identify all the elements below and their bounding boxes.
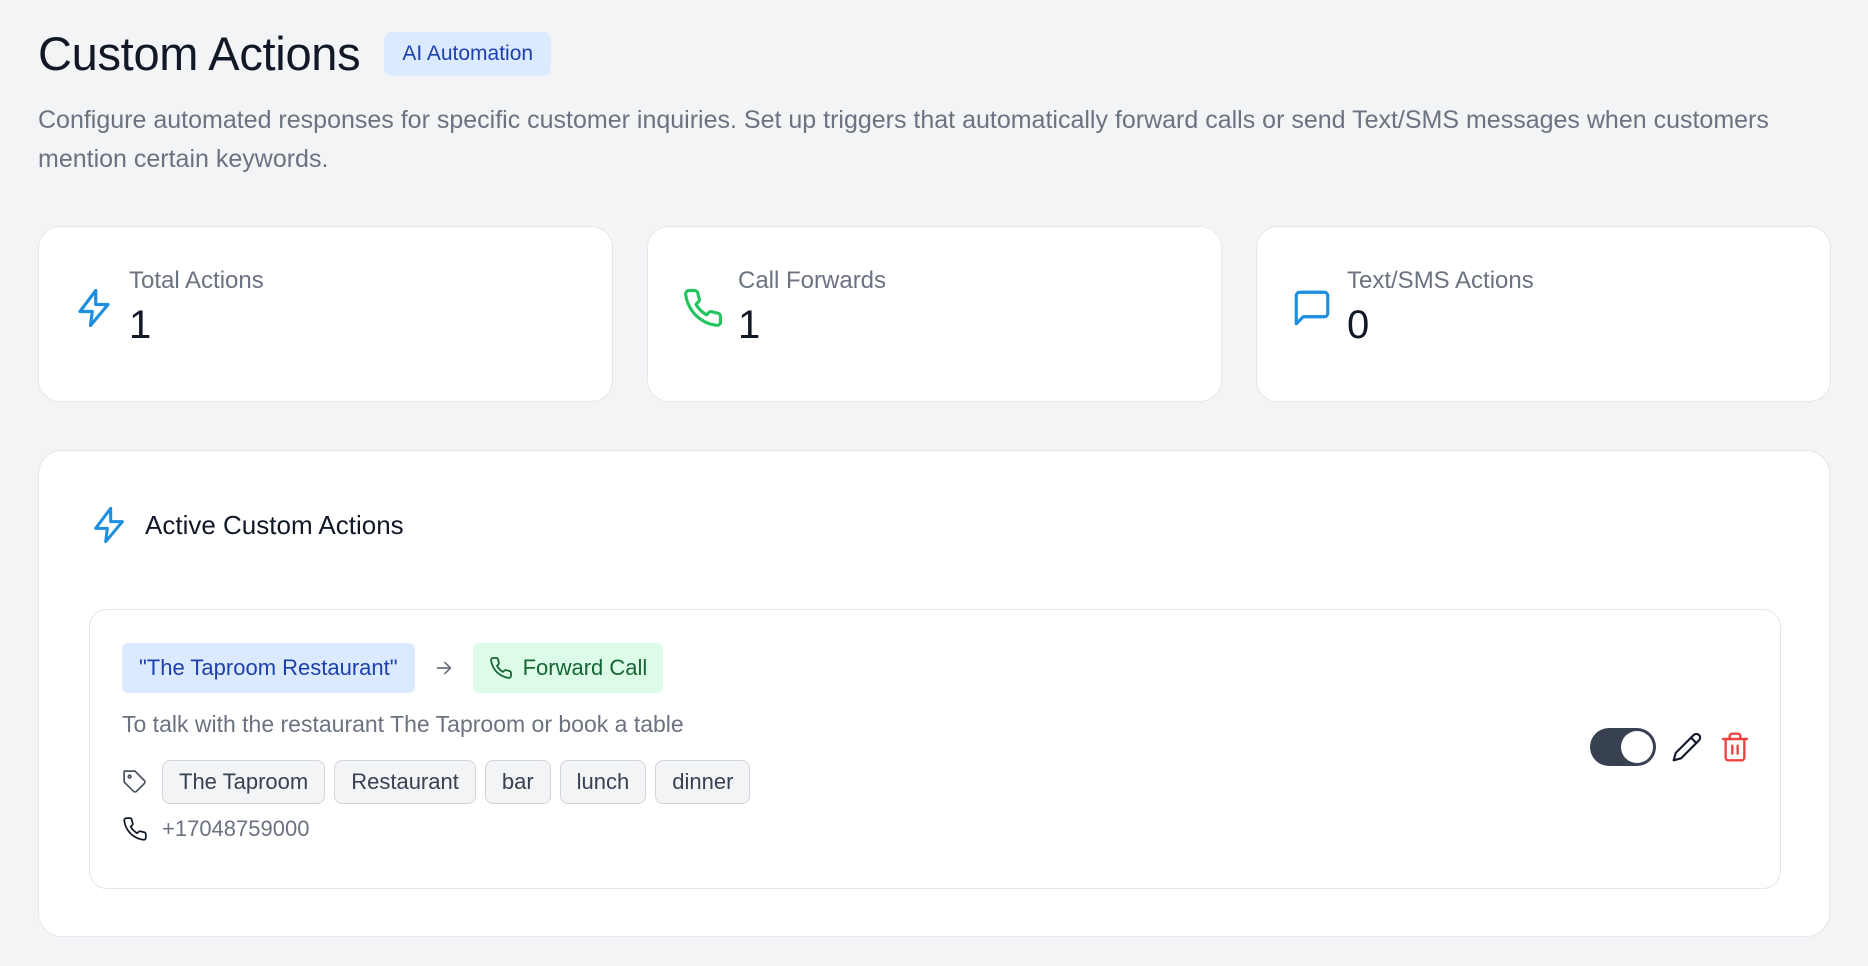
action-description: To talk with the restaurant The Taproom … (122, 711, 684, 737)
panel-header: Active Custom Actions (89, 505, 404, 545)
pencil-icon (1672, 732, 1702, 762)
keyword-tag: lunch (559, 760, 647, 804)
delete-button[interactable] (1718, 730, 1752, 764)
action-controls (1590, 728, 1752, 766)
keyword-tag: The Taproom (162, 760, 326, 804)
enable-toggle[interactable] (1590, 728, 1656, 766)
trigger-phrase-chip: "The Taproom Restaurant" (122, 643, 415, 693)
stat-card-total-actions: Total Actions 1 (38, 226, 613, 402)
lightning-icon (78, 288, 110, 328)
phone-icon (489, 657, 512, 679)
action-type-label: Forward Call (522, 655, 648, 680)
edit-button[interactable] (1670, 730, 1704, 764)
stat-label: Call Forwards (738, 267, 887, 294)
action-type-chip: Forward Call (472, 643, 664, 693)
message-icon (1294, 290, 1330, 326)
forward-phone-number: +17048759000 (162, 816, 310, 841)
forward-phone-row: +17048759000 (122, 816, 309, 842)
stat-label: Text/SMS Actions (1347, 267, 1534, 294)
tag-icon (123, 770, 146, 793)
phone-icon (684, 288, 723, 327)
keywords-row: The Taproom Restaurant bar lunch dinner (122, 760, 759, 804)
stat-value: 0 (1347, 303, 1370, 347)
stat-value: 1 (738, 303, 761, 347)
keyword-tag: dinner (655, 760, 751, 804)
phone-icon (123, 817, 147, 841)
stat-label: Total Actions (129, 267, 264, 294)
stats-row: Total Actions 1 Call Forwards 1 Text/SMS… (38, 226, 1831, 402)
keyword-tag: bar (484, 760, 551, 804)
page-header: Custom Actions AI Automation (38, 27, 552, 80)
keyword-tag: Restaurant (334, 760, 476, 804)
page-title: Custom Actions (38, 27, 361, 80)
stat-card-call-forwards: Call Forwards 1 (647, 226, 1222, 402)
page-subtitle: Configure automated responses for specif… (38, 106, 1769, 173)
stat-value: 1 (129, 303, 152, 347)
trash-icon (1721, 732, 1749, 762)
toggle-knob (1621, 731, 1653, 763)
panel-title: Active Custom Actions (145, 509, 404, 540)
ai-automation-badge: AI Automation (384, 32, 552, 76)
stat-card-text-sms-actions: Text/SMS Actions 0 (1256, 226, 1831, 402)
arrow-right-icon (436, 661, 451, 675)
lightning-icon (94, 506, 124, 544)
active-custom-actions-panel: Active Custom Actions "The Taproom Resta… (38, 450, 1830, 937)
custom-action-card: "The Taproom Restaurant" Forward Call To… (89, 609, 1781, 889)
trigger-row: "The Taproom Restaurant" Forward Call (122, 643, 664, 693)
